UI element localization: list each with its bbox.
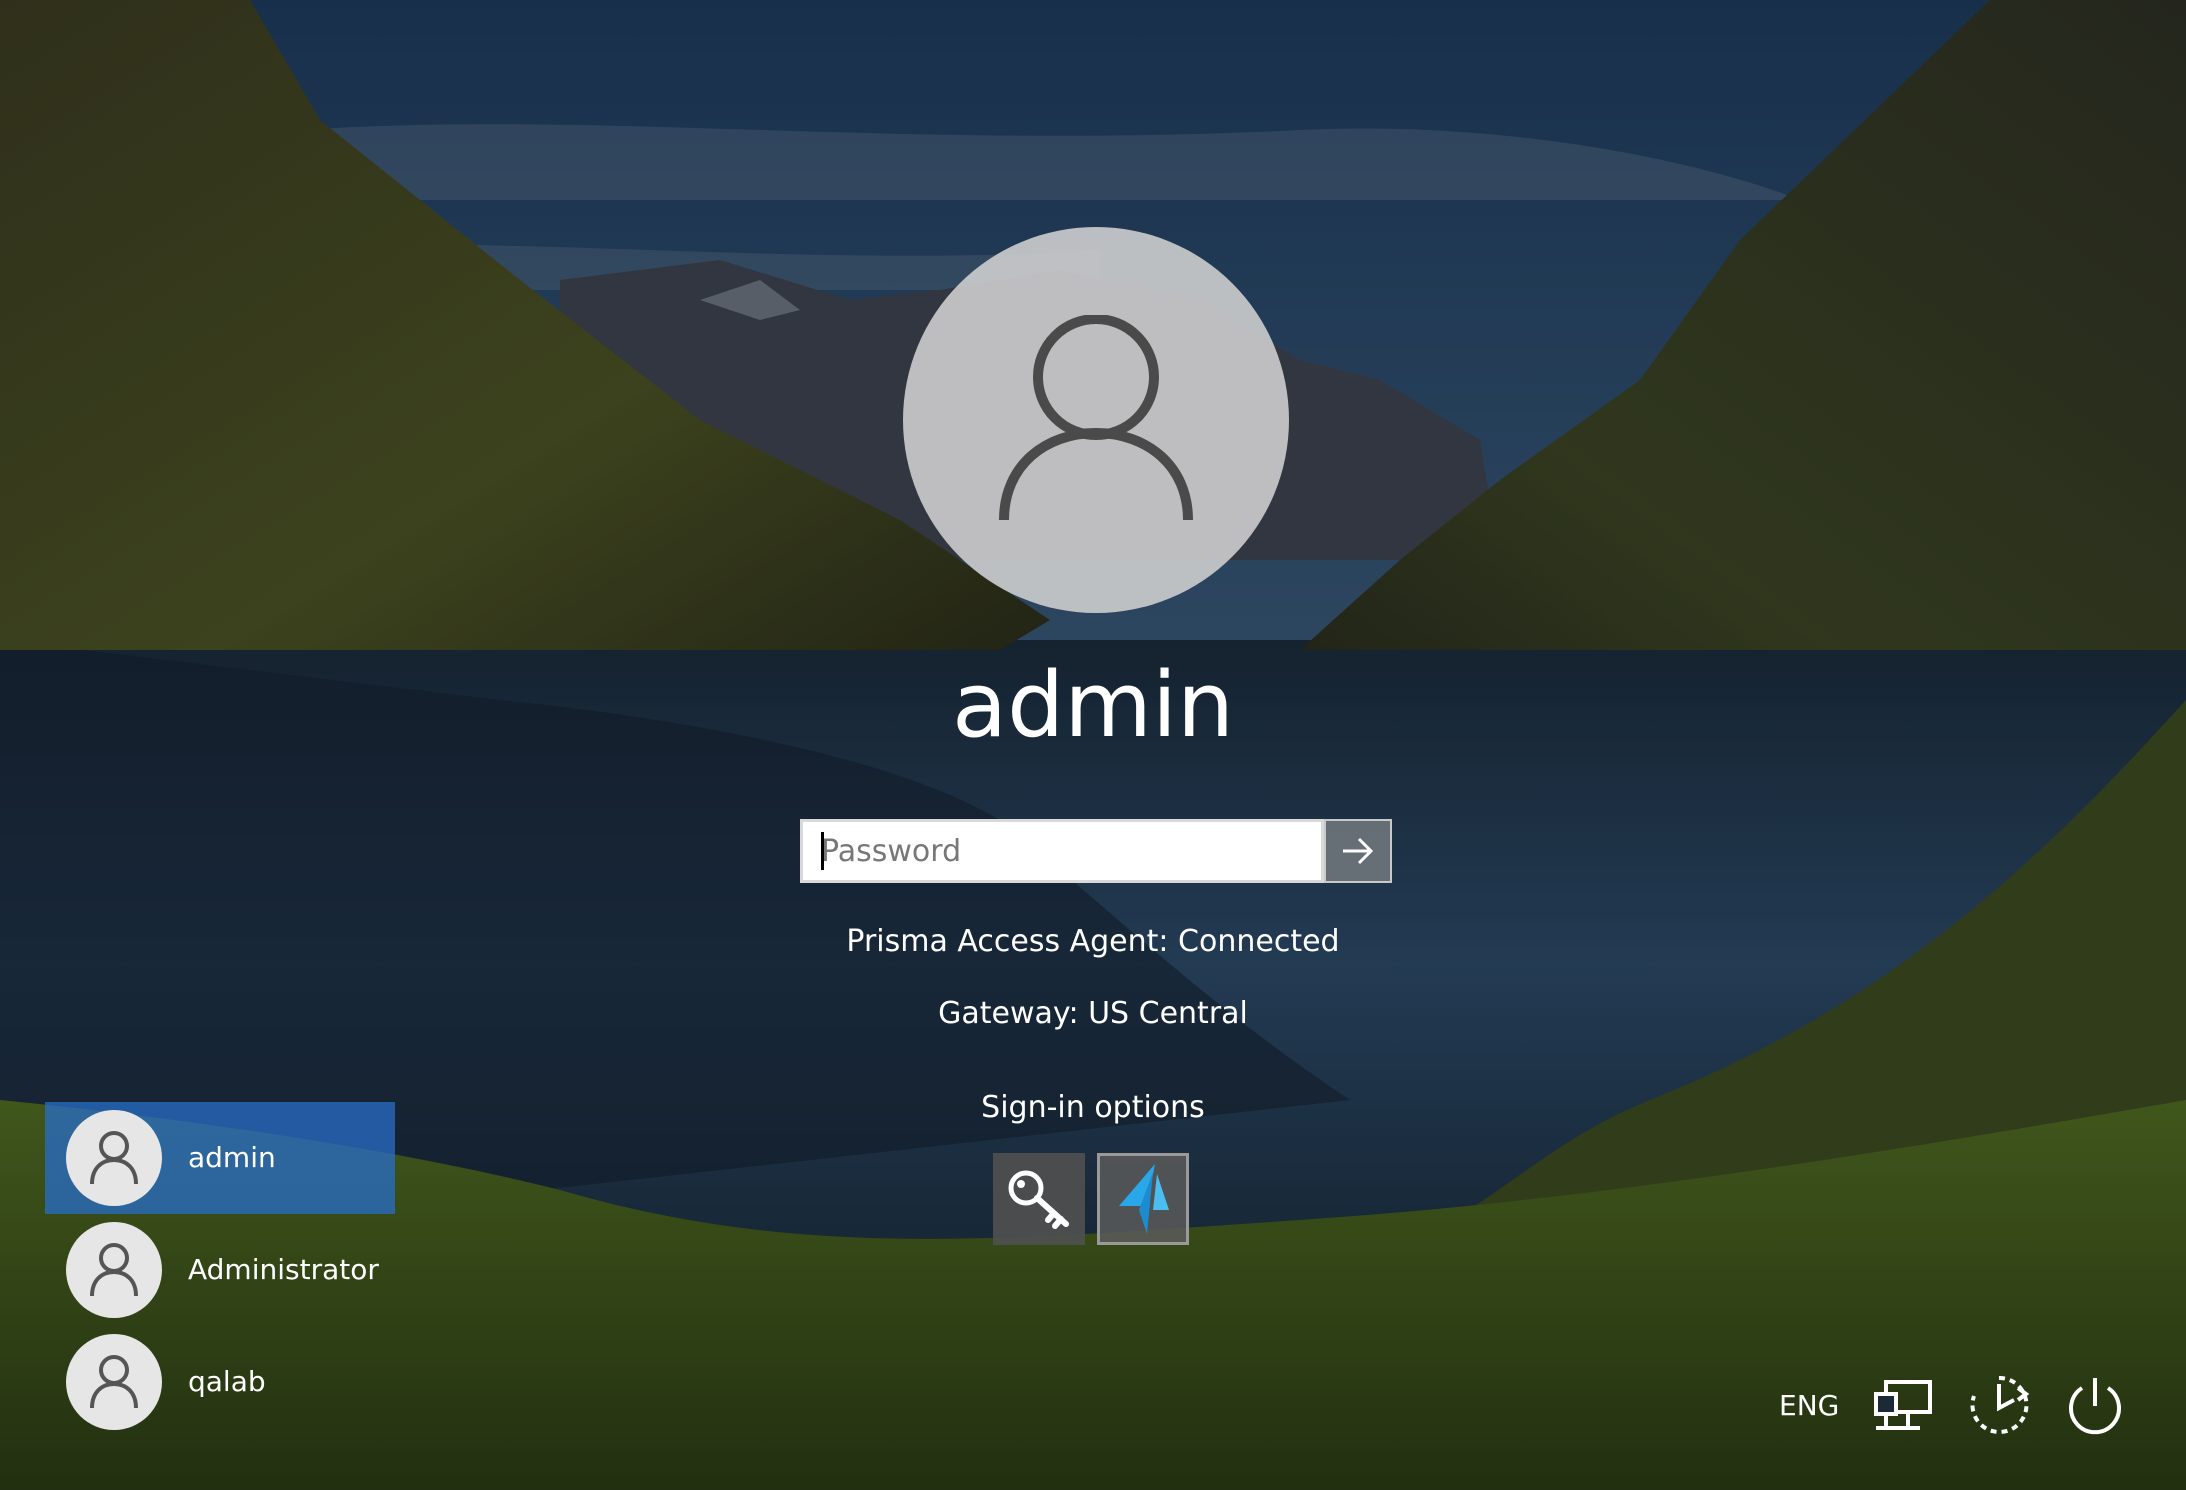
input-language-button[interactable]: ENG [1779, 1386, 1839, 1426]
user-list: admin Administrator qalab [45, 1102, 395, 1438]
avatar [66, 1110, 162, 1206]
user-name: Administrator [188, 1253, 379, 1286]
vpn-status-text: Prisma Access Agent: Connected [846, 924, 1340, 959]
power-button[interactable] [2062, 1372, 2128, 1438]
avatar [66, 1222, 162, 1318]
person-icon [999, 315, 1193, 521]
person-icon [90, 1131, 138, 1185]
username-label: admin [952, 653, 1234, 758]
user-avatar-large [903, 227, 1289, 613]
gateway-status-text: Gateway: US Central [938, 996, 1248, 1031]
password-signin-option[interactable] [993, 1153, 1085, 1245]
person-icon [90, 1243, 138, 1297]
prisma-access-icon [1119, 1164, 1169, 1234]
power-icon [2069, 1378, 2121, 1435]
text-caret [821, 832, 824, 870]
prisma-signin-option[interactable] [1097, 1153, 1189, 1245]
password-field-group [800, 819, 1392, 887]
network-button[interactable] [1870, 1372, 1936, 1438]
submit-button[interactable] [1324, 819, 1392, 883]
user-item-administrator[interactable]: Administrator [45, 1214, 395, 1326]
ease-of-access-button[interactable] [1966, 1372, 2032, 1438]
user-name: admin [188, 1141, 276, 1174]
user-item-qalab[interactable]: qalab [45, 1326, 395, 1438]
arrow-right-icon [1343, 837, 1374, 865]
password-input[interactable] [800, 819, 1324, 883]
user-name: qalab [188, 1365, 266, 1398]
network-icon [1874, 1380, 1932, 1430]
ease-of-access-icon [1970, 1375, 2030, 1434]
user-item-admin[interactable]: admin [45, 1102, 395, 1214]
key-icon [1008, 1170, 1069, 1229]
avatar [66, 1334, 162, 1430]
person-icon [90, 1355, 138, 1409]
